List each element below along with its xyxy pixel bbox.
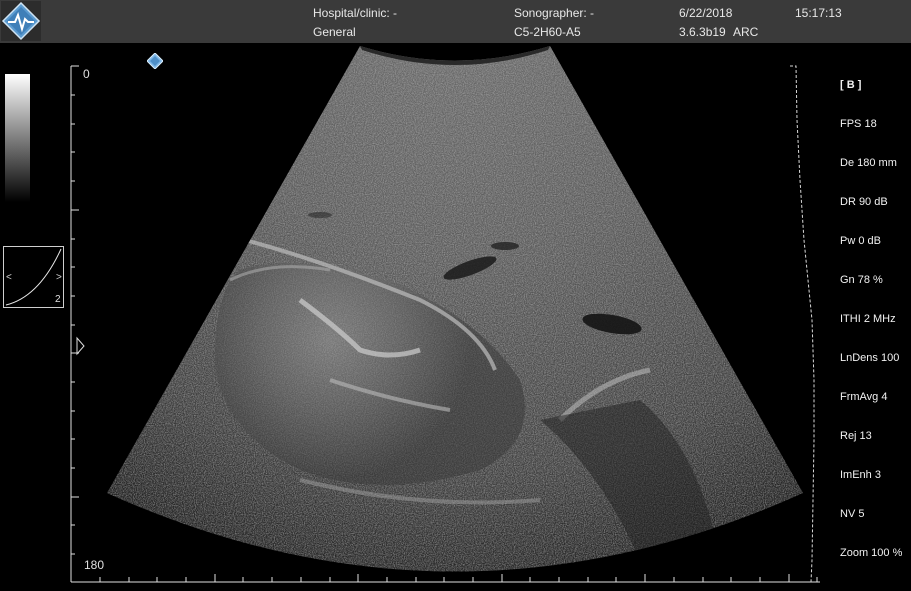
param-depth: De 180 mm: [840, 157, 897, 169]
tgc-profile-line: [790, 65, 815, 583]
focus-marker-icon[interactable]: [147, 53, 163, 69]
hospital-label: Hospital/clinic: -: [313, 6, 398, 20]
param-nv: NV 5: [840, 508, 865, 520]
scan-sector: [107, 46, 803, 572]
top-status-bar: Hospital/clinic: - General Sonographer: …: [0, 0, 911, 43]
parameter-panel: [ B ] FPS 18 De 180 mm DR 90 dB Pw 0 dB …: [840, 53, 902, 573]
param-reject: Rej 13: [840, 430, 872, 442]
param-image-enhance: ImEnh 3: [840, 469, 881, 481]
param-line-density: LnDens 100: [840, 352, 900, 364]
param-zoom: Zoom 100 %: [840, 547, 903, 559]
depth-bottom-label: 180: [84, 558, 105, 572]
curve-left-arrow: <: [6, 272, 12, 283]
mode-label: ARC: [733, 25, 759, 39]
depth-top-label: 0: [83, 67, 90, 81]
version-label: 3.6.3b19: [679, 25, 726, 39]
time-label: 15:17:13: [795, 6, 842, 20]
probe-label: C5-2H60-A5: [514, 25, 581, 39]
ultrasound-image[interactable]: [0, 43, 911, 591]
param-ithi: ITHI 2 MHz: [840, 313, 896, 325]
date-label: 6/22/2018: [679, 6, 733, 20]
param-fps: FPS 18: [840, 118, 877, 130]
gain-curve-index: 2: [55, 294, 61, 305]
logo-icon: [1, 1, 41, 41]
sonographer-label: Sonographer: -: [514, 6, 595, 20]
mode-title: [ B ]: [840, 79, 862, 91]
grayscale-bar: [5, 74, 30, 202]
param-frame-avg: FrmAvg 4: [840, 391, 888, 403]
curve-right-arrow: >: [56, 272, 62, 283]
param-gain: Gn 78 %: [840, 274, 883, 286]
pointer-arrow-icon[interactable]: [76, 336, 85, 356]
param-dynamic-range: DR 90 dB: [840, 196, 888, 208]
param-power: Pw 0 dB: [840, 235, 881, 247]
depth-ruler: [70, 65, 79, 583]
lateral-ruler: [71, 574, 820, 583]
preset-label: General: [313, 25, 356, 39]
